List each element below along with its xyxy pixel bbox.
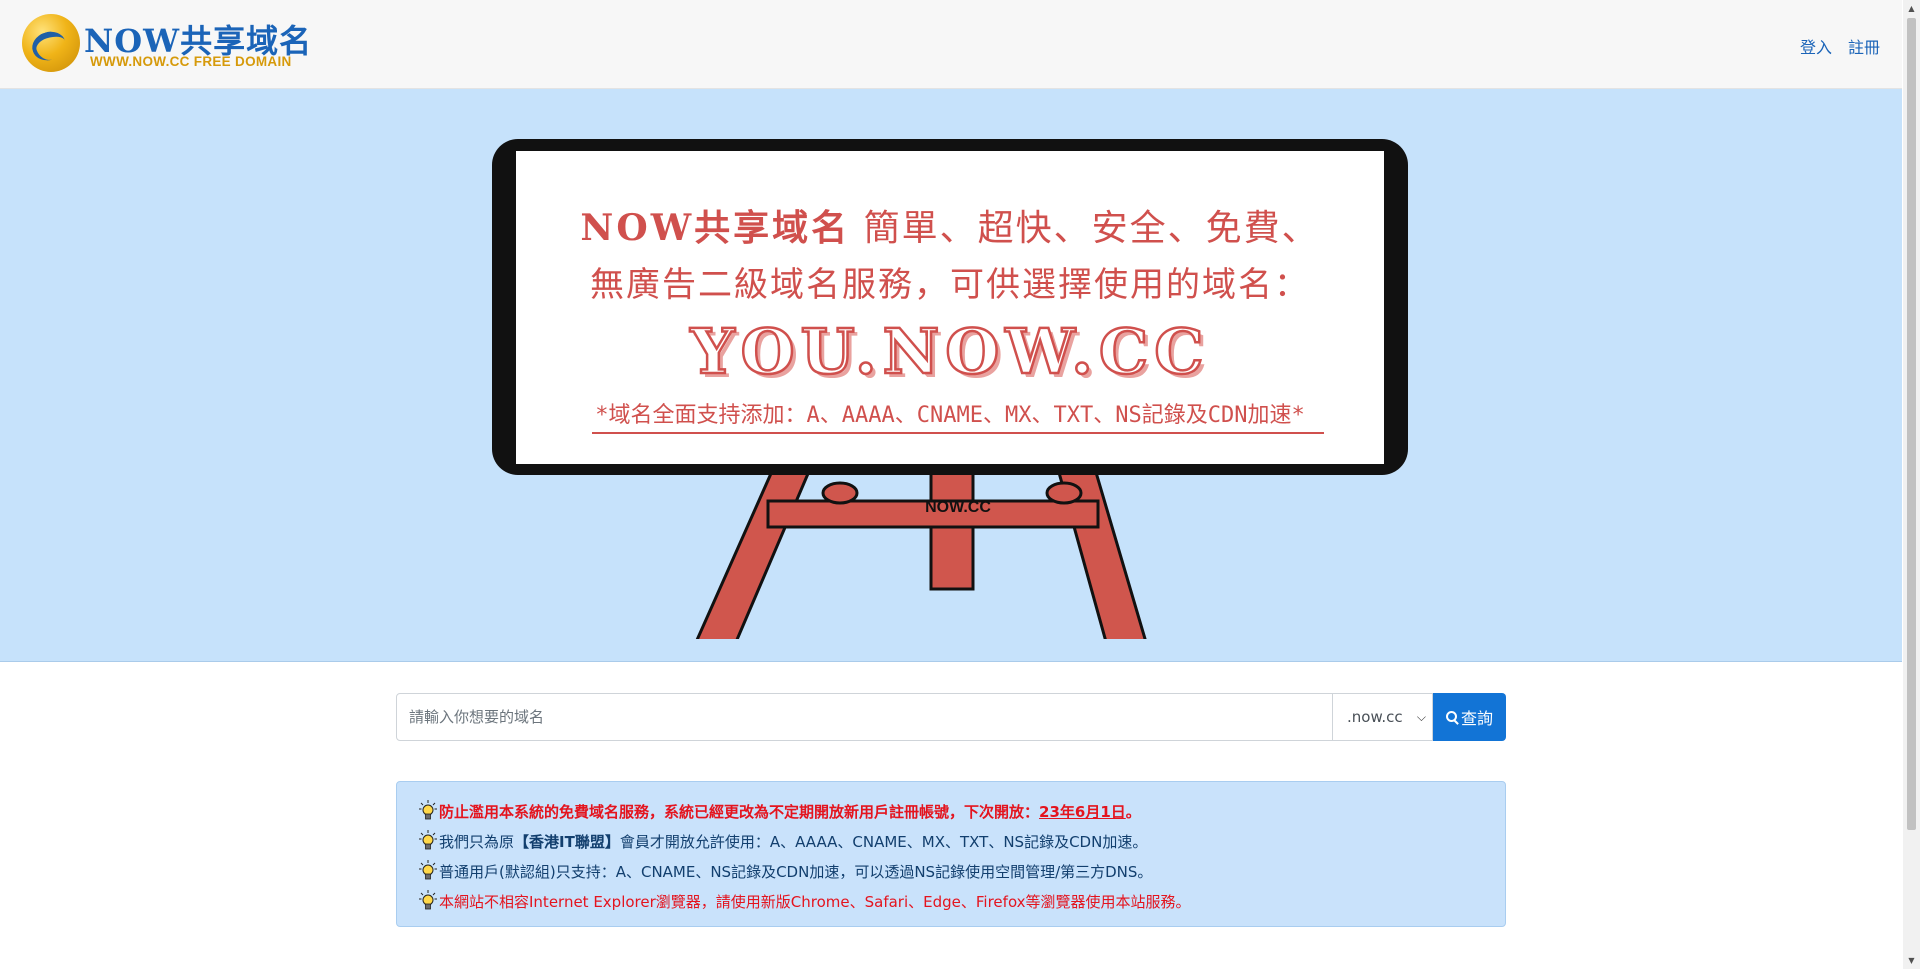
billboard: NOW共享域名 簡單、超快、安全、免費、 無廣告二級域名服務，可供選擇使用的域名… — [492, 139, 1408, 475]
notice-panel: 防止濫用本系統的免費域名服務，系統已經更改為不定期開放新用戶註冊帳號，下次開放：… — [396, 781, 1506, 927]
billboard-panel: NOW共享域名 簡單、超快、安全、免費、 無廣告二級域名服務，可供選擇使用的域名… — [516, 151, 1384, 464]
banner-note-underline — [592, 432, 1324, 434]
notice-item: 普通用戶(默認組)只支持：A、CNAME、NS記錄及CDN加速，可以透過NS記錄… — [419, 856, 1485, 886]
notice-members-post: 會員才開放允許使用：A、AAAA、CNAME、MX、TXT、NS記錄及CDN加速… — [619, 832, 1148, 851]
notice-members-org: 【香港IT聯盟】 — [514, 832, 620, 851]
search-button[interactable]: 查詢 — [1433, 693, 1506, 741]
notice-registration-text: 防止濫用本系統的免費域名服務，系統已經更改為不定期開放新用戶註冊帳號，下次開放： — [439, 802, 1040, 821]
top-navbar: NOW共享域名 WWW.NOW.CC FREE DOMAIN 登入 註冊 — [0, 0, 1902, 89]
easel-label: NOW.CC — [925, 499, 991, 516]
tld-select[interactable]: .now.cc ⌵ — [1333, 693, 1433, 741]
login-link[interactable]: 登入 — [1800, 34, 1832, 58]
notice-item: 本網站不相容Internet Explorer瀏覽器，請使用新版Chrome、S… — [419, 886, 1485, 916]
notice-item: 防止濫用本系統的免費域名服務，系統已經更改為不定期開放新用戶註冊帳號，下次開放：… — [419, 796, 1485, 826]
domain-search-input[interactable] — [396, 693, 1333, 741]
banner-headline: NOW共享域名 簡單、超快、安全、免費、 — [516, 199, 1384, 251]
logo-subtitle: WWW.NOW.CC FREE DOMAIN — [90, 54, 292, 69]
notice-item: 我們只為原 【香港IT聯盟】 會員才開放允許使用：A、AAAA、CNAME、MX、T… — [419, 826, 1485, 856]
notice-browser-text: 本網站不相容Internet Explorer瀏覽器，請使用新版Chrome、S… — [439, 892, 1191, 911]
hero-banner: NOW共享域名 簡單、超快、安全、免費、 無廣告二級域名服務，可供選擇使用的域名… — [0, 89, 1902, 662]
notice-registration-end: 。 — [1125, 802, 1141, 821]
scroll-thumb[interactable] — [1907, 18, 1916, 830]
nav-links: 登入 註冊 — [1800, 34, 1880, 58]
lightbulb-icon — [419, 830, 437, 852]
search-button-label: 查詢 — [1460, 709, 1493, 728]
lightbulb-icon — [419, 860, 437, 882]
notice-members-pre: 我們只為原 — [439, 832, 515, 851]
page-scrollbar[interactable]: ▲ ▼ — [1903, 0, 1920, 969]
domain-search-form: .now.cc ⌵ 查詢 — [396, 693, 1506, 741]
scroll-down-icon[interactable]: ▼ — [1903, 952, 1920, 969]
banner-headline-rest: 簡單、超快、安全、免費、 — [850, 208, 1320, 249]
notice-default-group-text: 普通用戶(默認組)只支持：A、CNAME、NS記錄及CDN加速，可以透過NS記錄… — [439, 862, 1153, 881]
scroll-up-icon[interactable]: ▲ — [1903, 0, 1920, 17]
chevron-down-icon: ⌵ — [1416, 709, 1426, 724]
logo-emblem-icon — [22, 14, 80, 72]
register-link[interactable]: 註冊 — [1848, 34, 1880, 58]
banner-note: *域名全面支持添加：A、AAAA、CNAME、MX、TXT、NS記錄及CDN加速… — [595, 403, 1305, 428]
site-logo[interactable]: NOW共享域名 WWW.NOW.CC FREE DOMAIN — [22, 14, 322, 74]
lightbulb-icon — [419, 890, 437, 912]
lightbulb-icon — [419, 800, 437, 822]
notice-registration-date: 23年6月1日 — [1039, 802, 1126, 821]
banner-domain: YOU.NOW.CC — [689, 314, 1210, 390]
banner-brand: NOW共享域名 — [580, 207, 851, 249]
tld-select-value: .now.cc — [1347, 708, 1403, 726]
search-icon — [1445, 711, 1458, 723]
banner-subheadline: 無廣告二級域名服務，可供選擇使用的域名： — [590, 265, 1310, 305]
easel-illustration: NOW共享域名 簡單、超快、安全、免費、 無廣告二級域名服務，可供選擇使用的域名… — [488, 139, 1416, 639]
